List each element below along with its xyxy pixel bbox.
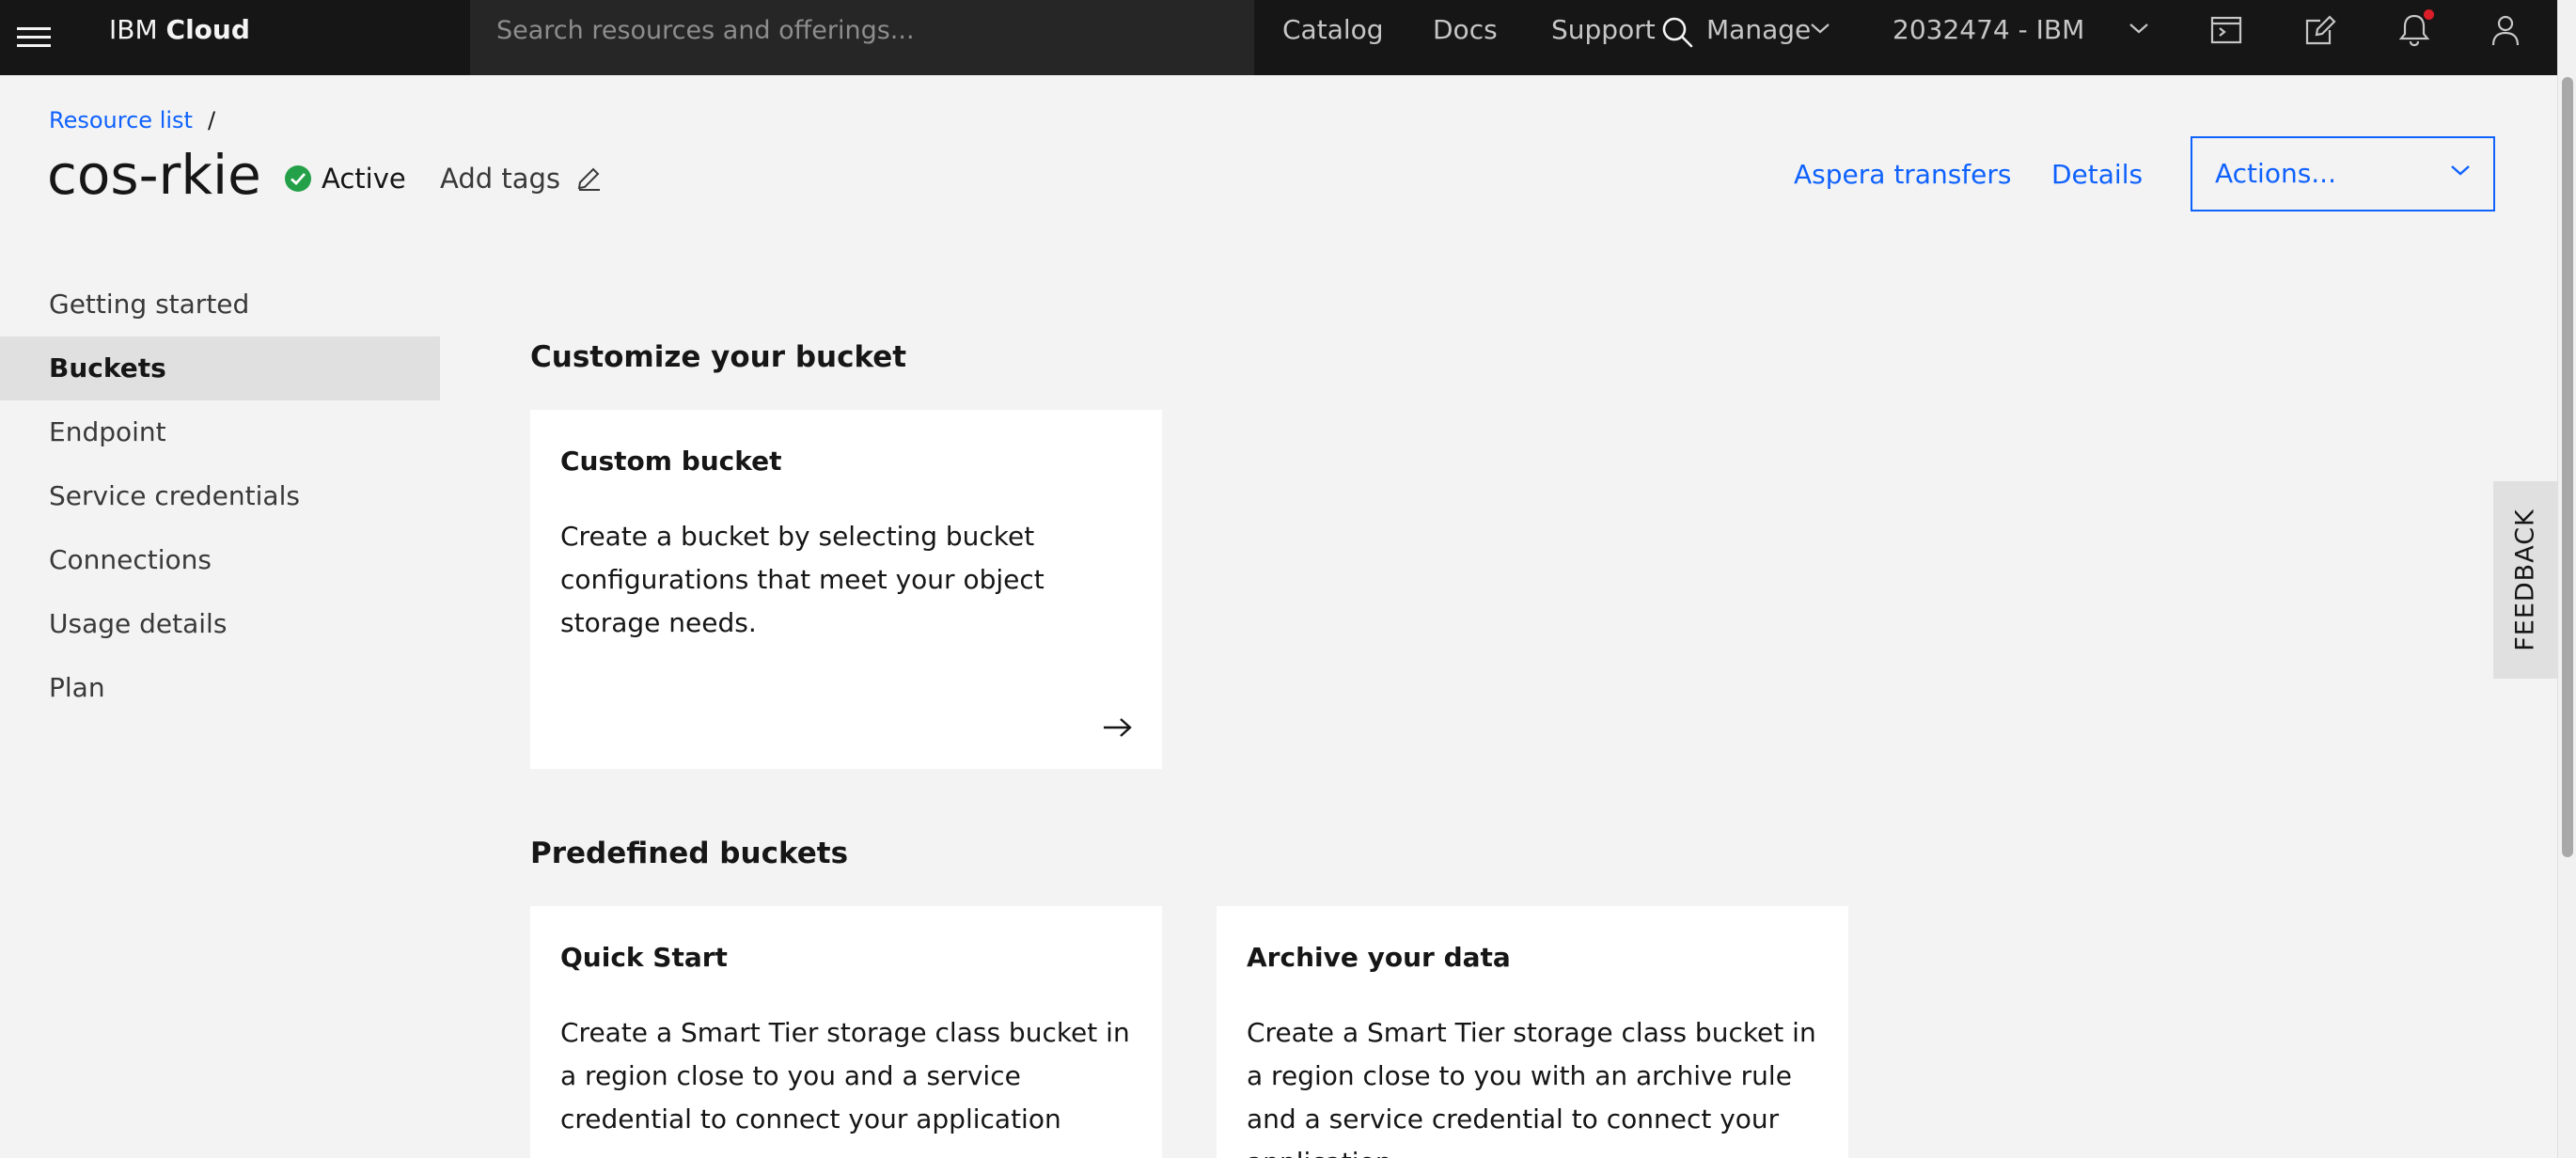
user-icon[interactable]: [2487, 11, 2524, 49]
terminal-icon[interactable]: [2207, 11, 2245, 49]
sidebar-item-buckets[interactable]: Buckets: [0, 336, 440, 400]
breadcrumb-resource-list[interactable]: Resource list: [49, 107, 193, 133]
breadcrumb-separator: /: [207, 107, 216, 133]
quick-start-tile[interactable]: Quick Start Create a Smart Tier storage …: [530, 906, 1162, 1158]
nav-catalog[interactable]: Catalog: [1282, 0, 1384, 60]
checkmark-filled-icon: [285, 165, 311, 192]
page-title: cos-rkie: [47, 143, 261, 207]
global-search: [470, 0, 1693, 75]
sidebar-item-endpoint[interactable]: Endpoint: [0, 400, 440, 464]
brand-logo[interactable]: IBM Cloud: [109, 0, 250, 60]
nav-manage-label: Manage: [1706, 14, 1812, 45]
scrollbar-thumb[interactable]: [2562, 77, 2573, 857]
chevron-down-icon[interactable]: [2128, 21, 2149, 36]
tile-title: Quick Start: [560, 942, 728, 973]
search-input[interactable]: [496, 0, 1173, 60]
archive-data-tile[interactable]: Archive your data Create a Smart Tier st…: [1217, 906, 1848, 1158]
actions-label: Actions...: [2215, 158, 2336, 189]
menu-icon[interactable]: [17, 21, 51, 55]
actions-dropdown[interactable]: Actions...: [2191, 136, 2495, 211]
chevron-down-icon: [2451, 165, 2470, 176]
aspera-transfers-link[interactable]: Aspera transfers: [1794, 156, 2011, 194]
page-scrollbar[interactable]: [2557, 0, 2576, 1158]
sidebar-item-plan[interactable]: Plan: [0, 656, 440, 720]
chevron-down-icon[interactable]: [1810, 21, 1830, 36]
breadcrumb: Resource list /: [49, 107, 215, 133]
notification-badge: [2424, 9, 2434, 20]
sidebar-item-getting-started[interactable]: Getting started: [0, 273, 440, 336]
details-link[interactable]: Details: [2051, 156, 2143, 194]
sidebar-item-usage-details[interactable]: Usage details: [0, 592, 440, 656]
tile-title: Archive your data: [1247, 942, 1511, 973]
add-tags-label: Add tags: [440, 163, 561, 195]
add-tags-button[interactable]: Add tags: [440, 160, 602, 197]
edit-icon[interactable]: [2301, 11, 2339, 49]
nav-support[interactable]: Support: [1551, 0, 1656, 60]
account-label: 2032474 - IBM: [1893, 14, 2085, 45]
custom-bucket-tile[interactable]: Custom bucket Create a bucket by selecti…: [530, 410, 1162, 769]
feedback-tab[interactable]: FEEDBACK: [2493, 481, 2557, 679]
nav-manage[interactable]: Manage: [1706, 0, 1811, 60]
predefined-section-title: Predefined buckets: [530, 837, 849, 870]
status-badge: Active: [284, 160, 406, 197]
edit-icon: [577, 167, 601, 191]
tile-description: Create a Smart Tier storage class bucket…: [1247, 1017, 1816, 1158]
search-icon[interactable]: [1658, 13, 1696, 51]
sidebar-item-service-credentials[interactable]: Service credentials: [0, 464, 440, 528]
brand-prefix: IBM: [109, 14, 158, 45]
feedback-label: FEEDBACK: [2510, 509, 2540, 651]
customize-section-title: Customize your bucket: [530, 340, 907, 374]
resource-sidenav: Getting started Buckets Endpoint Service…: [0, 273, 440, 720]
brand-name: Cloud: [165, 14, 250, 45]
arrow-right-icon: [1104, 718, 1132, 737]
nav-docs[interactable]: Docs: [1433, 0, 1498, 60]
tile-title: Custom bucket: [560, 446, 782, 477]
status-label: Active: [322, 163, 406, 195]
account-switcher[interactable]: 2032474 - IBM: [1893, 0, 2084, 60]
top-header: IBM Cloud Catalog Docs Support Manage 20…: [0, 0, 2557, 75]
sidebar-item-connections[interactable]: Connections: [0, 528, 440, 592]
tile-description: Create a Smart Tier storage class bucket…: [560, 1017, 1130, 1135]
tile-description: Create a bucket by selecting bucket conf…: [560, 521, 1045, 638]
